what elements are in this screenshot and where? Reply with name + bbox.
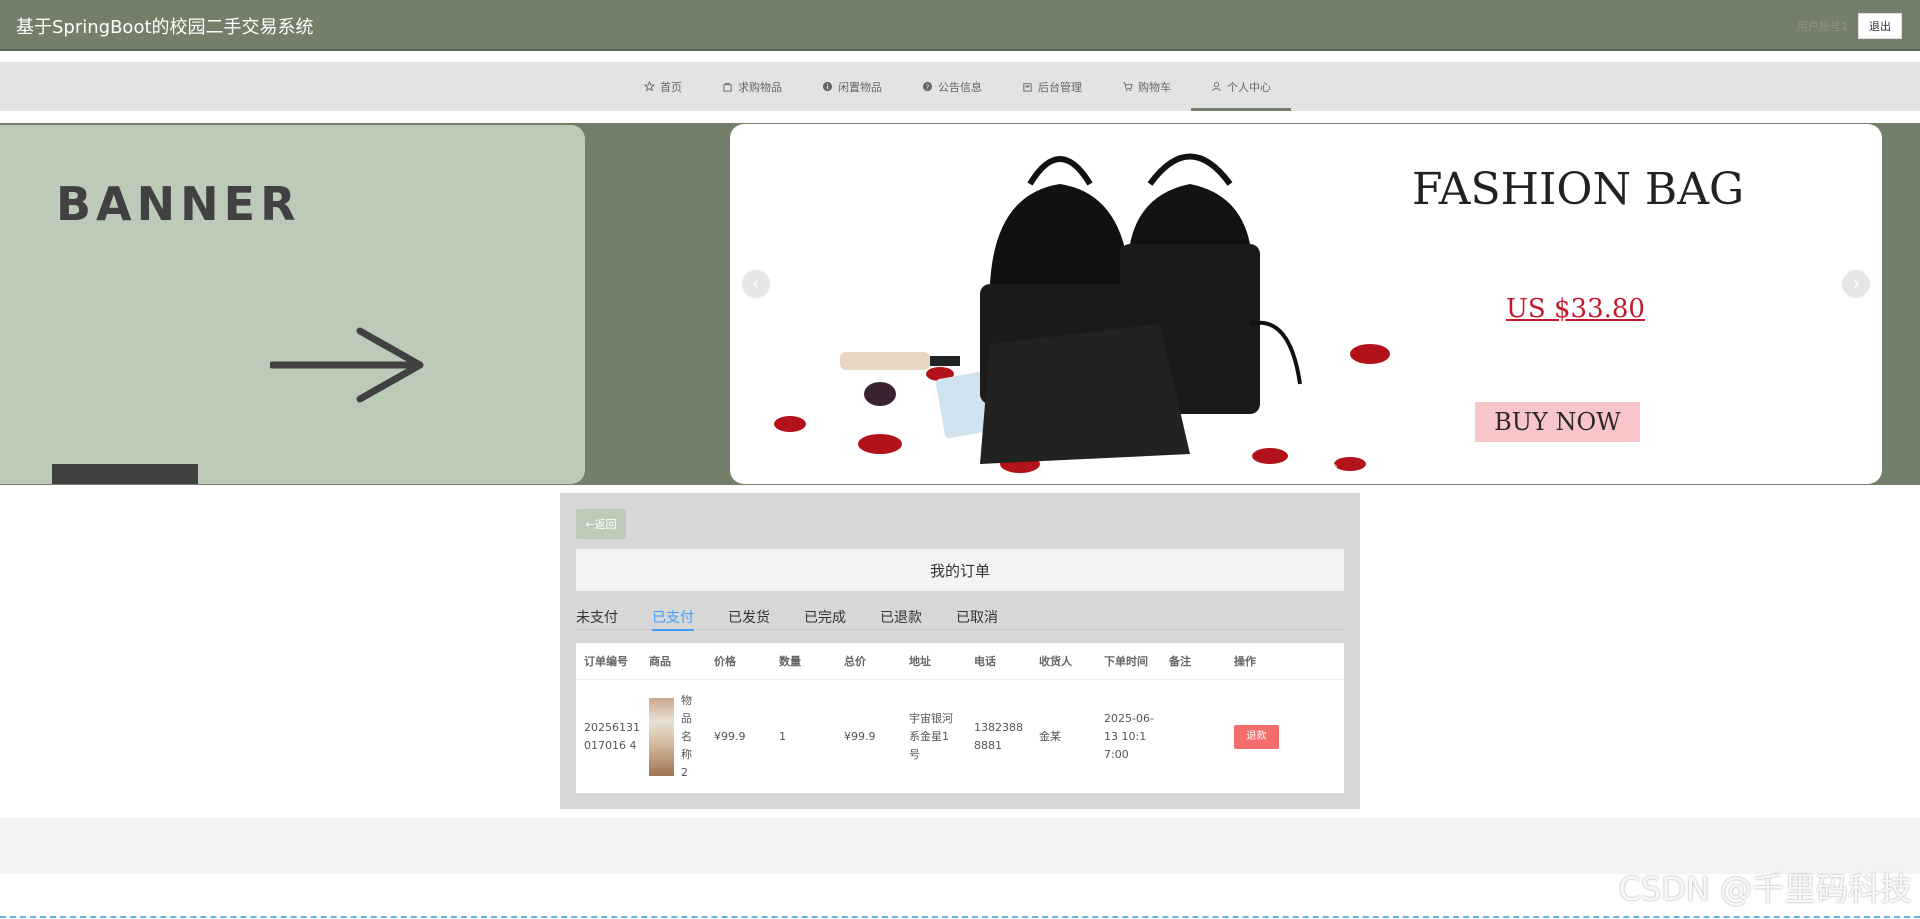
order-action-cell: 退款 xyxy=(1234,724,1294,749)
nav-list: 首页 求购物品 闲置物品 ? 公告信息 后台管理 购物车 个人中心 xyxy=(624,62,1291,111)
column-header: 备注 xyxy=(1169,655,1191,668)
tab-completed[interactable]: 已完成 xyxy=(804,607,846,630)
column-header: 地址 xyxy=(909,655,931,668)
order-quantity: 1 xyxy=(779,729,786,743)
column-header: 数量 xyxy=(779,655,801,668)
carousel-dot[interactable] xyxy=(1303,464,1317,470)
banner-word: BANNER xyxy=(56,177,301,231)
orders-title-bar: 我的订单 xyxy=(576,549,1344,591)
dashed-divider xyxy=(0,916,1920,918)
building-icon xyxy=(1023,83,1032,92)
nav-label-admin: 后台管理 xyxy=(1038,80,1082,94)
carousel-dot[interactable] xyxy=(1323,464,1337,470)
column-header: 电话 xyxy=(974,655,996,668)
user-area: 用户账号1 退出 xyxy=(1797,13,1902,39)
nav-label-wanted: 求购物品 xyxy=(738,80,782,94)
orders-panel: ← 返回 我的订单 未支付 已支付 已发货 已完成 已退款 已取消 订单编号 商品… xyxy=(560,493,1360,809)
logout-button[interactable]: 退出 xyxy=(1858,13,1902,39)
nav-item-cart[interactable]: 购物车 xyxy=(1102,62,1191,111)
column-header: 价格 xyxy=(714,655,736,668)
nav-label-cart: 购物车 xyxy=(1138,80,1171,94)
watermark: CSDN @千里码科技 xyxy=(1618,870,1912,908)
table-header: 订单编号 商品 价格 数量 总价 地址 电话 收货人 下单时间 备注 操作 xyxy=(576,643,1344,680)
order-status-tabs: 未支付 已支付 已发货 已完成 已退款 已取消 xyxy=(576,607,1344,631)
nav-item-wanted[interactable]: 求购物品 xyxy=(702,62,802,111)
orders-title: 我的订单 xyxy=(929,561,990,580)
banner-dark-block xyxy=(52,464,198,484)
banner-left-slide: BANNER xyxy=(0,125,585,484)
chevron-left-icon xyxy=(752,279,759,289)
tab-paid[interactable]: 已支付 xyxy=(652,607,694,631)
site-title: 基于SpringBoot的校园二手交易系统 xyxy=(16,17,314,38)
carousel-dot[interactable] xyxy=(1279,464,1297,470)
arrow-left-icon: ← xyxy=(585,517,595,531)
nav-item-idle[interactable]: 闲置物品 xyxy=(802,62,902,111)
nav-item-notice[interactable]: ? 公告信息 xyxy=(902,62,1002,111)
back-button[interactable]: ← 返回 xyxy=(576,509,626,539)
chevron-right-icon xyxy=(1853,279,1860,289)
nav-item-admin[interactable]: 后台管理 xyxy=(1002,62,1102,111)
arrow-right-icon xyxy=(270,327,424,403)
column-header: 下单时间 xyxy=(1104,655,1148,668)
column-header: 订单编号 xyxy=(584,655,628,668)
carousel-next-button[interactable] xyxy=(1842,270,1870,298)
table-row: 20256131017016 4 物品名称2 ¥99.9 1 ¥99.9 宇宙银… xyxy=(576,680,1344,793)
orders-table: 订单编号 商品 价格 数量 总价 地址 电话 收货人 下单时间 备注 操作 20… xyxy=(576,643,1344,793)
order-price: ¥99.9 xyxy=(714,729,746,743)
buy-now-button[interactable]: BUY NOW xyxy=(1475,402,1640,442)
order-phone: 13823888881 xyxy=(974,720,1023,752)
tab-unpaid[interactable]: 未支付 xyxy=(576,607,618,630)
nav-label-notice: 公告信息 xyxy=(938,80,982,94)
order-number: 20256131017016 4 xyxy=(584,720,640,752)
user-icon xyxy=(1212,82,1221,92)
goods-thumbnail xyxy=(649,697,674,776)
goods-name: 物品名称2 xyxy=(681,693,692,779)
column-header: 商品 xyxy=(649,655,671,668)
back-label: 返回 xyxy=(594,518,617,531)
banner-title: FASHION BAG xyxy=(1412,164,1745,215)
order-total: ¥99.9 xyxy=(844,729,876,743)
goods-cell: 物品名称2 xyxy=(649,692,714,782)
column-header: 总价 xyxy=(844,655,866,668)
tab-shipped[interactable]: 已发货 xyxy=(728,607,770,630)
carousel-prev-button[interactable] xyxy=(742,270,770,298)
refund-button[interactable]: 退款 xyxy=(1234,724,1279,749)
nav-label-home: 首页 xyxy=(660,80,682,94)
nav-label-idle: 闲置物品 xyxy=(838,80,882,94)
column-header: 操作 xyxy=(1234,655,1256,668)
top-header: 基于SpringBoot的校园二手交易系统 用户账号1 退出 xyxy=(0,0,1920,51)
svg-text:?: ? xyxy=(926,82,930,91)
column-header: 收货人 xyxy=(1039,655,1072,668)
nav-item-home[interactable]: 首页 xyxy=(624,62,702,111)
cart-icon xyxy=(1122,82,1133,91)
order-receiver: 金某 xyxy=(1039,729,1061,743)
banner-price: US $33.80 xyxy=(1506,294,1645,324)
banner-carousel[interactable]: FASHION BAG US $33.80 BUY NOW xyxy=(730,124,1882,484)
order-address: 宇宙银河系金星1号 xyxy=(909,711,953,761)
order-time: 2025-06-13 10:17:00 xyxy=(1104,711,1154,761)
info-icon xyxy=(822,81,833,92)
star-icon xyxy=(644,81,655,92)
tab-refunded[interactable]: 已退款 xyxy=(880,607,922,630)
carousel-dots xyxy=(1279,464,1337,470)
nav-item-profile[interactable]: 个人中心 xyxy=(1191,62,1291,111)
tab-cancelled[interactable]: 已取消 xyxy=(956,607,998,630)
main-nav: 首页 求购物品 闲置物品 ? 公告信息 后台管理 购物车 个人中心 xyxy=(0,62,1920,111)
handbags-illustration xyxy=(774,153,1390,473)
nav-label-profile: 个人中心 xyxy=(1227,80,1271,94)
question-icon: ? xyxy=(922,81,933,91)
bag-icon xyxy=(723,82,732,92)
user-account-label: 用户账号1 xyxy=(1797,20,1848,33)
